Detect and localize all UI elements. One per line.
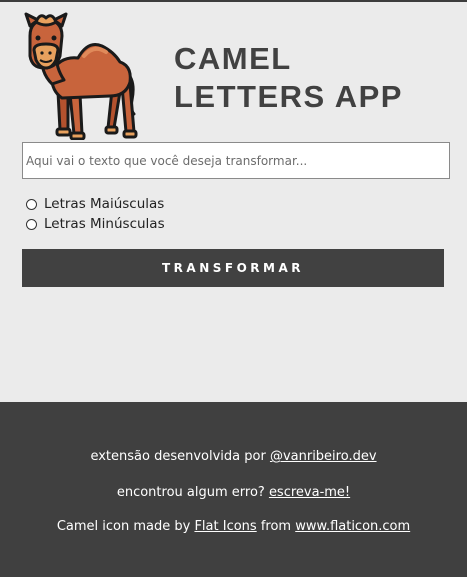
header: CAMEL LETTERS APP — [0, 0, 467, 141]
option-uppercase-label[interactable]: Letras Maiúsculas — [44, 196, 164, 212]
option-lowercase-label[interactable]: Letras Minúsculas — [44, 216, 165, 232]
text-input[interactable] — [22, 142, 450, 179]
footer: extensão desenvolvida por @vanribeiro.de… — [0, 402, 467, 577]
footer-icon-text-2: from — [260, 519, 292, 534]
contact-link[interactable]: escreva-me! — [269, 485, 350, 500]
transform-button[interactable]: TRANSFORMAR — [22, 249, 444, 287]
icon-author-link[interactable]: Flat Icons — [194, 519, 256, 534]
app-title: CAMEL LETTERS APP — [174, 41, 403, 114]
option-uppercase[interactable]: Letras Maiúsculas — [26, 194, 165, 214]
camel-icon — [22, 10, 146, 141]
footer-icon-text-1: Camel icon made by — [56, 519, 191, 534]
footer-bug-text: encontrou algum erro? — [116, 485, 265, 500]
footer-credit: extensão desenvolvida por @vanribeiro.de… — [0, 449, 467, 464]
author-link[interactable]: @vanribeiro.dev — [270, 449, 377, 464]
option-lowercase[interactable]: Letras Minúsculas — [26, 214, 165, 234]
flaticon-link[interactable]: www.flaticon.com — [295, 519, 410, 534]
case-options: Letras Maiúsculas Letras Minúsculas — [26, 194, 165, 234]
footer-icon-credit: Camel icon made by Flat Icons from www.f… — [0, 519, 467, 534]
footer-credit-text: extensão desenvolvida por — [90, 449, 266, 464]
radio-uppercase[interactable] — [26, 198, 37, 210]
footer-bug-report: encontrou algum erro? escreva-me! — [0, 485, 467, 500]
radio-lowercase[interactable] — [26, 218, 37, 230]
